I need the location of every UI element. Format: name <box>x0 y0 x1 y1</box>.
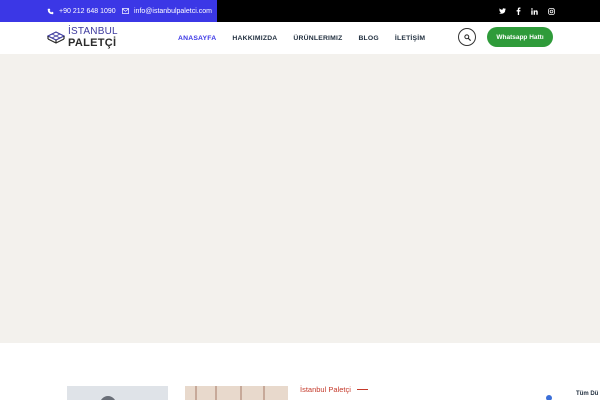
phone-number: +90 212 648 1090 <box>59 7 116 15</box>
main-nav: ANASAYFA HAKKIMIZDA ÜRÜNLERIMIZ BLOG İLE… <box>178 22 441 54</box>
phone-icon <box>47 8 54 14</box>
facebook-icon[interactable] <box>516 7 521 15</box>
nav-item-urunlerimiz[interactable]: ÜRÜNLERIMIZ <box>293 35 342 42</box>
envelope-icon <box>122 8 129 14</box>
section-subtitle-text: İstanbul Paletçi <box>300 385 351 394</box>
site-logo[interactable]: İSTANBUL PALETÇİ <box>47 25 119 51</box>
linkedin-icon[interactable] <box>531 7 538 15</box>
nav-item-anasayfa[interactable]: ANASAYFA <box>178 35 216 42</box>
top-bar: +90 212 648 1090 info@istanbulpaletci.co… <box>0 0 600 22</box>
nav-item-blog[interactable]: BLOG <box>358 35 378 42</box>
pallet-logo-icon <box>47 31 65 44</box>
nav-item-iletisim[interactable]: İLETİŞİM <box>395 35 425 42</box>
phone-contact[interactable]: +90 212 648 1090 <box>47 0 116 22</box>
search-button[interactable] <box>458 28 476 46</box>
section-subtitle: İstanbul Paletçi <box>300 385 368 394</box>
corner-heading: Tüm Dü <box>576 391 599 397</box>
subtitle-divider <box>356 389 368 390</box>
site-header: İSTANBUL PALETÇİ ANASAYFA HAKKIMIZDA ÜRÜ… <box>0 22 600 54</box>
search-icon <box>463 33 471 41</box>
email-contact[interactable]: info@istanbulpaletci.com <box>122 0 212 22</box>
nav-item-hakkimizda[interactable]: HAKKIMIZDA <box>232 35 277 42</box>
logo-text-bottom: PALETÇİ <box>68 37 117 49</box>
instagram-icon[interactable] <box>548 7 555 15</box>
about-image-1 <box>67 386 168 400</box>
about-image-2 <box>185 386 288 400</box>
about-section: İstanbul Paletçi Tüm Dü <box>0 343 600 400</box>
twitter-icon[interactable] <box>499 8 506 14</box>
email-address: info@istanbulpaletci.com <box>134 7 212 15</box>
hero-banner <box>0 54 600 343</box>
social-links <box>499 0 555 22</box>
corner-badge-icon <box>546 395 552 400</box>
whatsapp-button[interactable]: Whatsapp Hattı <box>487 27 553 47</box>
